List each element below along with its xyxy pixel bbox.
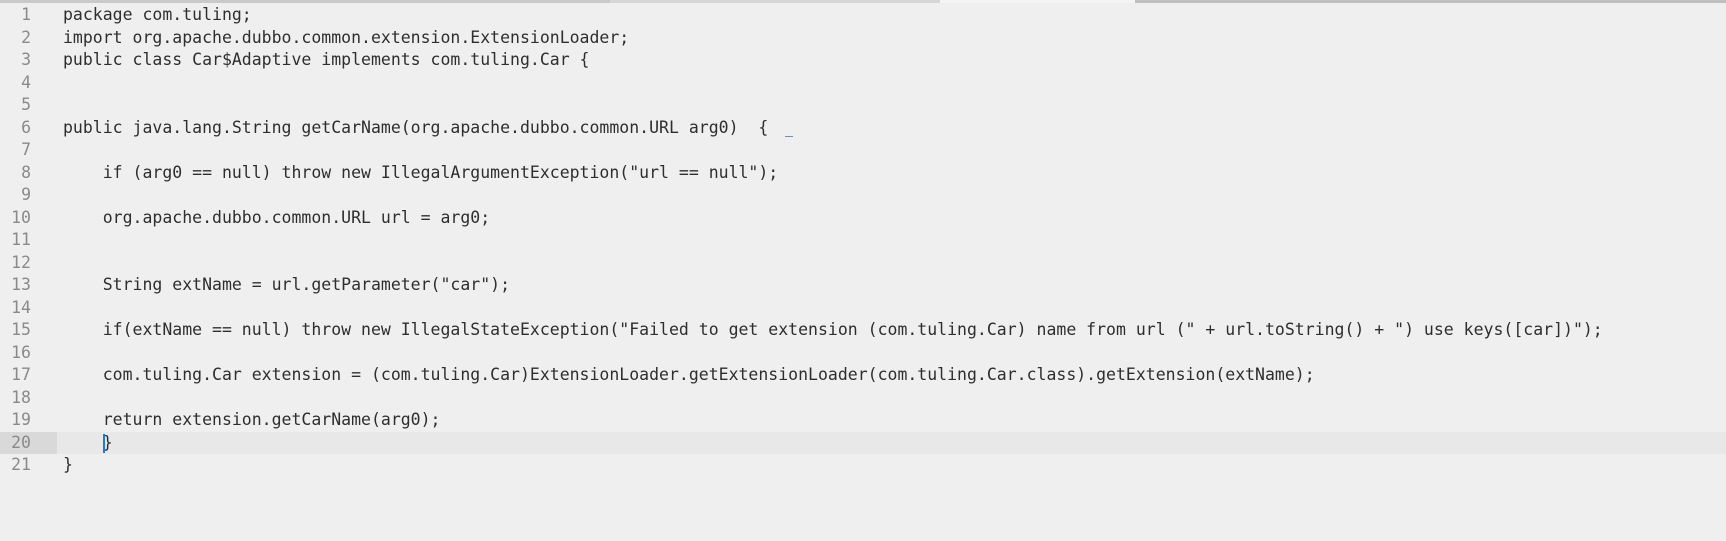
line-text[interactable]: } [63,454,73,477]
line-number: 4 [21,72,31,92]
line-number: 6 [21,117,31,137]
line-text[interactable]: com.tuling.Car extension = (com.tuling.C… [63,364,1315,387]
line-number: 20 [11,432,31,452]
code-line: 18 [0,387,1726,410]
line-text[interactable]: import org.apache.dubbo.common.extension… [63,27,629,50]
line-text[interactable]: public java.lang.String getCarName(org.a… [63,117,768,140]
top-tab-strip [0,0,1726,3]
code-line: 19 return extension.getCarName(arg0); [0,409,1726,432]
line-number: 21 [11,455,31,474]
line-text[interactable]: } [63,432,113,455]
line-number: 8 [21,162,31,182]
line-number: 1 [21,5,31,24]
line-number: 11 [11,230,31,249]
line-text[interactable]: String extName = url.getParameter("car")… [63,274,510,297]
code-editor[interactable]: 1 package com.tuling; 2 import org.apache.… [0,0,1726,541]
line-number: 19 [11,410,31,429]
code-line: 15 if(extName == null) throw new Illegal… [0,319,1726,342]
line-number: 15 [11,320,31,339]
line-number: 18 [11,387,31,407]
line-text[interactable]: return extension.getCarName(arg0); [63,409,441,432]
code-line: 8 if (arg0 == null) throw new IllegalArg… [0,162,1726,185]
code-line: 2 import org.apache.dubbo.common.extensio… [0,27,1726,50]
code-line: 14 [0,297,1726,320]
line-text[interactable]: package com.tuling; [63,4,252,27]
code-line: 9 [0,184,1726,207]
line-number: 17 [11,365,31,384]
code-line: 21} [0,454,1726,477]
code-line: 12 [0,252,1726,275]
code-line: 3 public class Car$Adaptive implements co… [0,49,1726,72]
line-number: 13 [11,275,31,294]
line-number: 7 [21,140,31,159]
code-line: 6 public java.lang.String getCarName(org.… [0,117,1726,140]
line-number: 3 [21,50,31,69]
code-line: 1 package com.tuling; [0,4,1726,27]
code-line: 13 String extName = url.getParameter("ca… [0,274,1726,297]
line-number: 12 [11,252,31,272]
current-code-line: 20 } [0,431,1726,455]
code-line: 17 com.tuling.Car extension = (com.tulin… [0,364,1726,387]
line-text[interactable]: public class Car$Adaptive implements com… [63,49,590,72]
code-line: 11 [0,229,1726,252]
code-line: 7 [0,139,1726,162]
code-line: 10 org.apache.dubbo.common.URL url = arg… [0,207,1726,230]
code-line: 5 [0,94,1726,117]
line-number: 10 [11,207,31,227]
line-number: 14 [11,297,31,317]
bracket-match-marker [785,135,793,137]
line-number: 5 [21,95,31,114]
line-text[interactable]: if(extName == null) throw new IllegalSta… [63,319,1603,342]
current-line-highlight [57,431,1726,454]
line-number: 2 [21,27,31,47]
code-line: 4 [0,72,1726,95]
line-number: 9 [21,185,31,204]
code-lines: 1 package com.tuling; 2 import org.apache.… [0,4,1726,477]
line-text[interactable]: org.apache.dubbo.common.URL url = arg0; [63,207,490,230]
line-number: 16 [11,342,31,362]
code-line: 16 [0,342,1726,365]
text-caret [103,433,105,453]
line-text[interactable]: if (arg0 == null) throw new IllegalArgum… [63,162,779,185]
